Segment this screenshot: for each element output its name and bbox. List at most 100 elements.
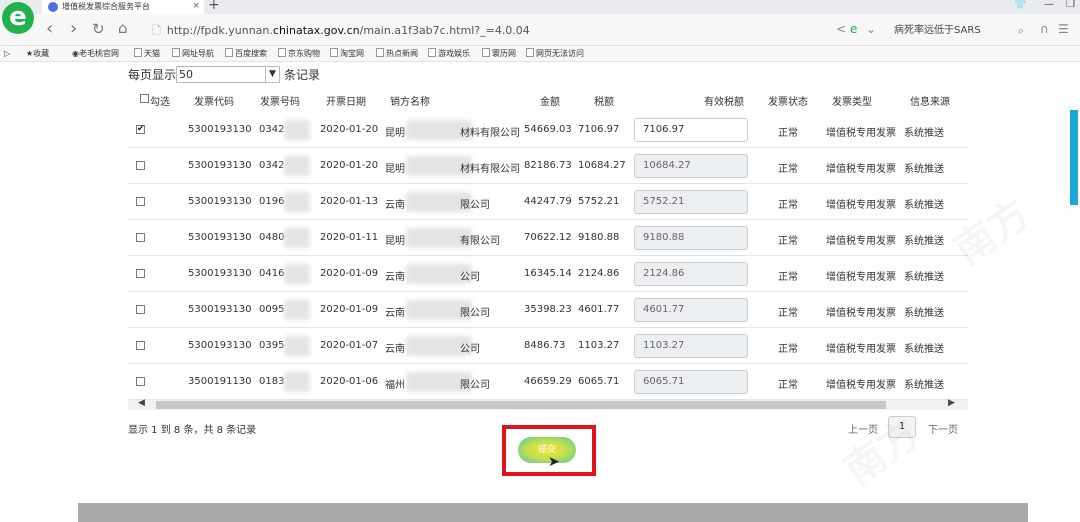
restore-icon[interactable]: ❐ [1066, 0, 1075, 10]
ie-mode-icon[interactable]: e [850, 22, 857, 36]
invoice-type: 增值税专用发票 [826, 308, 896, 319]
valid-tax-input[interactable]: 2124.86 [634, 262, 748, 286]
bookmark-item[interactable]: ◉老毛桃官网 [72, 46, 119, 62]
refresh-icon[interactable]: ↻ [92, 20, 105, 38]
search-input[interactable]: 病死率远低于SARS ⌕ [880, 21, 1028, 41]
per-page-select[interactable]: 50 ▼ [176, 66, 280, 83]
invoice-type: 增值税专用发票 [826, 344, 896, 355]
table-row[interactable]: 5300193130 0395 2020-01-07 云南 公司 8486.73 1103.… [128, 328, 968, 364]
valid-tax-input[interactable]: 9180.88 [634, 226, 748, 250]
invoice-date: 2020-01-09 [320, 268, 379, 279]
bookmark-item[interactable]: 寰历网 [482, 46, 516, 62]
bookmark-favorites[interactable]: ★收藏 [26, 46, 49, 62]
table-row[interactable]: 5300193130 0416 2020-01-09 云南 公司 16345.14 2124… [128, 256, 968, 292]
info-source: 系统推送 [904, 272, 944, 283]
search-text: 病死率远低于SARS [894, 25, 981, 36]
new-tab-icon[interactable]: + [208, 0, 220, 13]
invoice-number: 0480 [259, 232, 285, 243]
search-icon[interactable]: ⌕ [1018, 21, 1024, 41]
bookmark-item[interactable]: 游戏娱乐 [428, 46, 470, 62]
row-checkbox[interactable] [136, 161, 145, 170]
scroll-left-icon[interactable]: ◀ [138, 398, 145, 408]
minimize-icon[interactable]: — [1044, 0, 1054, 10]
submit-button[interactable]: 提交 [518, 437, 576, 463]
headphone-icon[interactable]: ∩ [1040, 22, 1049, 36]
row-checkbox[interactable] [136, 377, 145, 386]
col-header-type: 发票类型 [832, 97, 872, 108]
invoice-date: 2020-01-06 [320, 376, 379, 387]
row-checkbox[interactable]: ✔ [136, 125, 145, 134]
invoice-amount: 44247.79 [524, 196, 572, 207]
chevron-down-icon[interactable]: ▼ [265, 67, 279, 82]
seller-name-suffix: 有限公司 [460, 236, 500, 247]
col-header-tax: 税额 [594, 97, 614, 108]
per-page-label: 每页显示 [128, 68, 177, 82]
records-summary: 显示 1 到 8 条，共 8 条记录 [128, 425, 257, 436]
row-checkbox[interactable] [136, 197, 145, 206]
table-row[interactable]: 3500191130 0183 2020-01-06 福州 限公司 46659.29 606… [128, 364, 968, 400]
next-page-link[interactable]: 下一页 [928, 421, 958, 436]
table-row[interactable]: ✔ 5300193130 0342 2020-01-20 昆明 材料有限公司 54669.0… [128, 112, 968, 148]
valid-tax-input[interactable]: 1103.27 [634, 334, 748, 358]
valid-tax-input[interactable]: 7106.97 [634, 118, 748, 142]
home-icon[interactable]: ⌂ [118, 19, 128, 37]
close-tab-icon[interactable]: × [192, 0, 200, 13]
forward-icon[interactable]: › [70, 18, 77, 39]
valid-tax-input[interactable]: 6065.71 [634, 370, 748, 394]
seller-name-prefix: 昆明 [385, 236, 405, 247]
invoice-status: 正常 [778, 236, 798, 247]
bookmark-item[interactable]: 网页无法访问 [526, 46, 584, 62]
invoice-status: 正常 [778, 380, 798, 391]
valid-tax-input[interactable]: 5752.21 [634, 190, 748, 214]
invoice-code: 5300193130 [188, 232, 252, 243]
chevron-down-icon[interactable]: ⌄ [866, 22, 876, 36]
redaction-blur [284, 156, 310, 176]
url-field[interactable]: 🗋 http://fpdk.yunnan.chinatax.gov.cn/main… [152, 21, 824, 41]
select-all-checkbox[interactable] [140, 94, 149, 103]
scroll-right-icon[interactable]: ▶ [948, 398, 955, 408]
row-checkbox[interactable] [136, 305, 145, 314]
invoice-tax: 10684.27 [578, 160, 626, 171]
table-row[interactable]: 5300193130 0480 2020-01-11 昆明 有限公司 70622.12 91… [128, 220, 968, 256]
skin-icon[interactable]: 👕 [1014, 0, 1026, 10]
valid-tax-input[interactable]: 4601.77 [634, 298, 748, 322]
redaction-blur [284, 336, 310, 356]
invoice-type: 增值税专用发票 [826, 380, 896, 391]
bookmark-item[interactable]: 百度搜索 [225, 46, 267, 62]
invoice-tax: 6065.71 [578, 376, 620, 387]
row-checkbox[interactable] [136, 269, 145, 278]
redaction-blur [284, 192, 310, 212]
invoice-date: 2020-01-20 [320, 160, 379, 171]
row-checkbox[interactable] [136, 233, 145, 242]
browser-tab-strip: 增值税发票综合服务平台 × + 👕 — ❐ [0, 0, 1080, 14]
back-icon[interactable]: ‹ [46, 18, 53, 39]
vertical-scroll-indicator[interactable] [1070, 110, 1078, 205]
bookmark-item[interactable]: 天猫 [134, 46, 160, 62]
table-row[interactable]: 5300193130 0095 2020-01-09 云南 限公司 35398.23 460… [128, 292, 968, 328]
bookmark-item[interactable]: 京东购物 [278, 46, 320, 62]
invoice-number: 0342 [259, 124, 285, 135]
bookmark-item[interactable]: 热点新闻 [376, 46, 418, 62]
horizontal-scrollbar[interactable]: ◀ ▶ [128, 398, 968, 410]
info-source: 系统推送 [904, 200, 944, 211]
menu-icon[interactable]: ☰ [1058, 22, 1069, 36]
invoice-tax: 9180.88 [578, 232, 620, 243]
info-source: 系统推送 [904, 344, 944, 355]
bookmark-item[interactable]: 网址导航 [172, 46, 214, 62]
col-header-valid-tax: 有效税额 [704, 97, 744, 108]
bookmark-item[interactable]: 淘宝网 [330, 46, 364, 62]
invoice-code: 5300193130 [188, 196, 252, 207]
url-path: /main.a1f3ab7c.html?_=4.0.04 [359, 24, 530, 37]
row-checkbox[interactable] [136, 341, 145, 350]
table-row[interactable]: 5300193130 0342 2020-01-20 昆明 材料有限公司 82186.73… [128, 148, 968, 184]
invoice-type: 增值税专用发票 [826, 164, 896, 175]
browser-tab[interactable]: 增值税发票综合服务平台 × [42, 0, 204, 14]
col-header-seller: 销方名称 [390, 97, 430, 108]
scroll-thumb[interactable] [156, 401, 886, 409]
valid-tax-input[interactable]: 10684.27 [634, 154, 748, 178]
share-icon[interactable]: < [836, 22, 846, 36]
sidebar-toggle-icon[interactable]: ▷ [4, 46, 10, 62]
address-toolbar: ‹ › ↻ ⌂ 🗋 http://fpdk.yunnan.chinatax.gov… [0, 14, 1080, 46]
table-row[interactable]: 5300193130 0196 2020-01-13 云南 限公司 44247.79 575… [128, 184, 968, 220]
seller-name-prefix: 云南 [385, 272, 405, 283]
